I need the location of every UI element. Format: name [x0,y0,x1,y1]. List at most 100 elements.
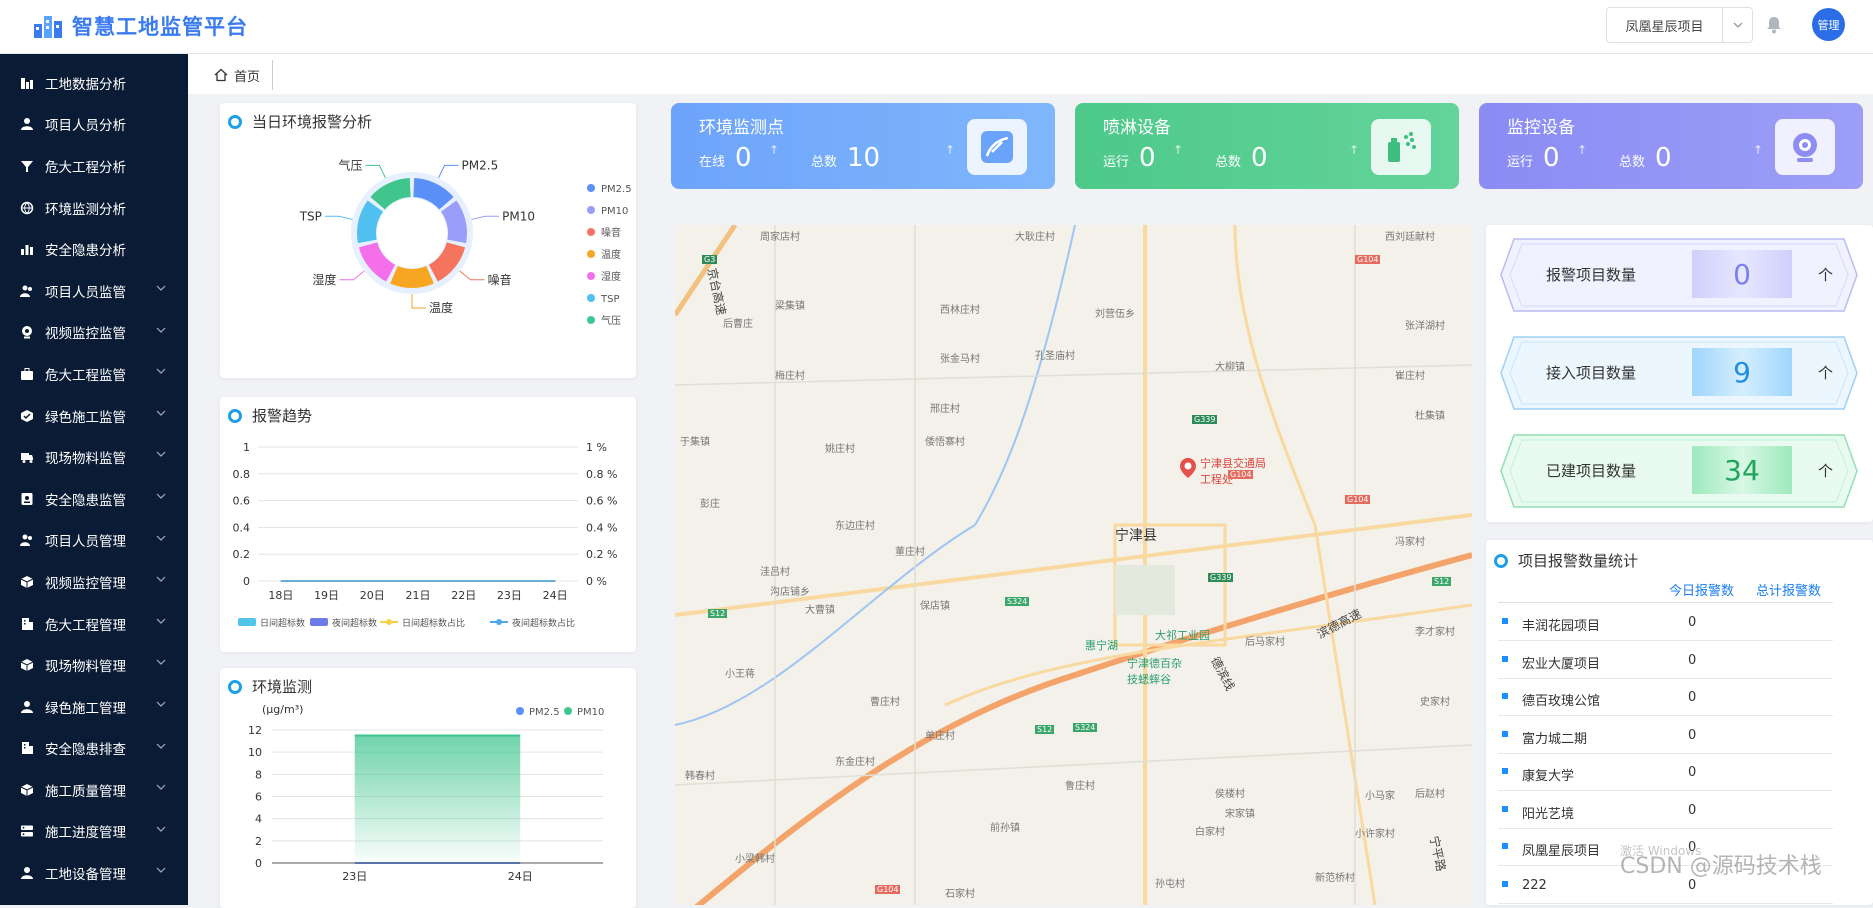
stat-value: 0 [735,143,752,173]
stat-card-sprinklers[interactable]: 喷淋设备 运行 0 ↑ 总数 0 ↑ [1075,103,1459,189]
legend-label[interactable]: 湿度 [601,270,621,283]
trend-chart: 0 0 % 0.2 0.2 % 0.4 0.4 % 0.6 0.6 % 0.8 0.8 % 1 1 %… [233,441,618,629]
sidebar-item[interactable]: 绿色施工管理 [0,686,188,728]
col-total-header[interactable]: 总计报警数 [1756,580,1821,599]
arrow-up-icon: ↑ [1753,143,1764,157]
sidebar-item-label: 安全隐患排查 [45,742,126,759]
legend-label[interactable]: 气压 [601,314,621,327]
legend-label[interactable]: 夜间超标数 [332,617,377,629]
kpi-connected-projects: 接入项目数量 9 个 [1500,336,1858,410]
chevron-down-icon [156,867,166,874]
sidebar-item[interactable]: 现场物料监管 [0,436,188,478]
stat-card-cameras[interactable]: 监控设备 运行 0 ↑ 总数 0 ↑ [1479,103,1863,189]
sidebar-item[interactable]: 安全隐患排查 [0,728,188,770]
legend-label[interactable]: 日间超标数 [260,617,305,629]
legend-label[interactable]: 噪音 [601,226,621,239]
sidebar-item-label: 环境监测分析 [45,201,126,218]
sidebar-item[interactable]: 视频监控监管 [0,312,188,354]
legend-swatch [310,618,328,626]
alarm-count: 0 [1688,802,1697,818]
project-map[interactable]: 周家店村 大耿庄村 西刘廷献村 梁集镇 后曹庄 西林庄村 刘营伍乡 张洋湖村 张金马村 孔圣庙村大… [675,225,1472,905]
list-item[interactable]: 宏业大厦项目 0 [1498,642,1833,679]
alarm-stats-title: 项目报警数量统计 [1518,552,1639,570]
legend-dot [587,206,595,214]
x-tick-label: 20日 [360,589,385,602]
col-today-header[interactable]: 今日报警数 [1669,580,1734,599]
legend-label[interactable]: TSP [600,294,620,305]
globe-icon [20,201,34,214]
stat-card-env-points[interactable]: 环境监测点 在线 0 ↑ 总数 10 ↑ [671,103,1055,189]
map-road-code: S12 [708,609,728,618]
project-select[interactable]: 凤凰星辰项目 [1606,7,1753,43]
sidebar-item[interactable]: 危大工程分析 [0,145,188,187]
location-pin-icon[interactable] [1179,457,1197,479]
list-item[interactable]: 富力城二期 0 [1498,717,1833,754]
sidebar-item[interactable]: 工地数据分析 [0,62,188,104]
map-label: 李才家村 [1415,627,1455,638]
sidebar-item-label: 危大工程管理 [45,617,126,634]
legend-label[interactable]: PM2.5 [601,184,632,195]
sidebar-item[interactable]: 施工进度管理 [0,811,188,853]
map-label: 杜集镇 [1415,411,1445,422]
user-avatar[interactable]: 管理 [1812,8,1845,41]
kpi-label: 接入项目数量 [1546,364,1637,382]
sidebar-item[interactable]: 现场物料管理 [0,644,188,686]
env-monitor-chart: (μg/m³) PM2.5 PM10 0 2 4 6 8 10 12 23日 24日 [248,703,604,883]
bullet-icon [1502,805,1508,812]
list-item[interactable]: 阳光艺境 0 [1498,792,1833,829]
project-name: 宏业大厦项目 [1522,656,1601,672]
sidebar-item-label: 工地数据分析 [45,76,126,93]
legend-label[interactable]: PM10 [601,206,628,217]
sidebar-item[interactable]: 视频监控管理 [0,561,188,603]
map-label: 周家店村 [760,232,800,243]
bell-icon[interactable] [1764,15,1784,35]
sidebar-item-label: 危大工程分析 [45,159,126,176]
sidebar-item[interactable]: 项目人员监管 [0,270,188,312]
sidebar-item[interactable]: 环境监测分析 [0,187,188,229]
map-label: 鲁庄村 [1065,781,1095,792]
chevron-down-icon [156,784,166,790]
map-label: 大祁工业园 [1155,629,1210,642]
sidebar-item[interactable]: 危大工程管理 [0,603,188,645]
sidebar-item[interactable]: 绿色施工监管 [0,395,188,437]
sidebar-item[interactable]: 安全隐患分析 [0,228,188,270]
sidebar-item[interactable]: 施工质量管理 [0,769,188,811]
kpi-unit: 个 [1818,266,1834,284]
legend-label[interactable]: 温度 [601,248,621,261]
map-label: 小马家 [1365,791,1395,802]
legend-label[interactable]: PM2.5 [529,707,560,718]
donut-slice[interactable] [390,266,434,288]
list-item[interactable]: 德百玫瑰公馆 0 [1498,679,1833,716]
sidebar-item[interactable]: 项目人员管理 [0,520,188,562]
x-tick-label: 21日 [406,589,431,602]
sidebar-item[interactable]: 工地设备管理 [0,852,188,894]
legend-label[interactable]: 日间超标数占比 [402,617,465,629]
alarm-count: 0 [1688,652,1697,668]
sidebar-item[interactable]: 项目人员分析 [0,104,188,146]
app-title: 智慧工地监管平台 [72,15,248,39]
donut-leader [324,215,353,220]
arrow-up-icon: ↑ [1349,143,1360,157]
alarm-count: 0 [1688,615,1697,630]
server-icon [21,825,33,837]
list-item[interactable]: 康复大学 0 [1498,754,1833,791]
legend-label[interactable]: 夜间超标数占比 [512,617,575,629]
sidebar-item-label: 施工进度管理 [45,825,126,842]
kpi-unit: 个 [1818,462,1834,480]
map-road-code: G104 [1228,470,1254,479]
donut-label: 湿度 [312,272,336,287]
map-label: 梅庄村 [775,371,805,382]
map-road-code: S324 [1005,597,1030,606]
donut-hole [377,198,447,268]
legend-dot [386,619,392,625]
sidebar-item[interactable]: 危大工程监管 [0,353,188,395]
legend-label[interactable]: PM10 [577,707,604,718]
map-label: 宁津县 [1115,528,1157,544]
stat-label: 总数 [1619,155,1646,170]
map-label: 宋家镇 [1225,809,1255,820]
sidebar-item[interactable]: 安全隐患监管 [0,478,188,520]
chevron-down-icon [156,451,166,458]
chart-icon [21,77,33,89]
tab-home[interactable]: 首页 [202,60,274,90]
list-item[interactable]: 丰润花园项目 0 [1498,604,1833,641]
